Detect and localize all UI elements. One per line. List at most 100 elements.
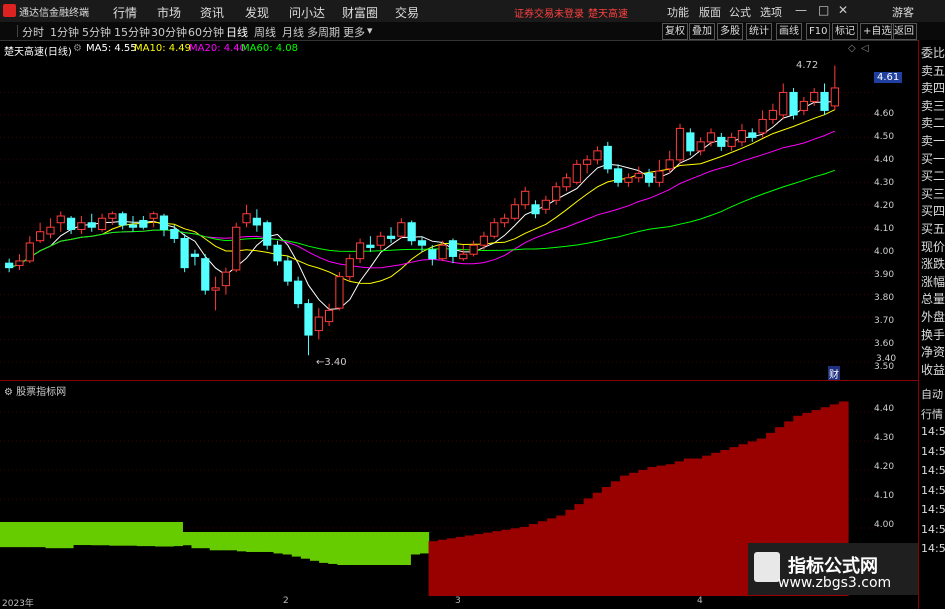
quote-sidebar: 委比 卖五 卖四 卖三 卖二 卖一 买一 买二 买三 买四 买五 现价 涨跌 涨幅 总量 外盘 换手 净资 收益 自动…: [918, 40, 945, 609]
indicator-bar: [528, 524, 539, 596]
indicator-bar: [455, 536, 466, 596]
indicator-bar: [729, 447, 740, 596]
menu-hangqing[interactable]: 行情: [113, 4, 137, 21]
menu-wenxiaoda[interactable]: 问小达: [289, 4, 325, 21]
sidebar-label: 涨跌: [921, 257, 945, 272]
indicator-bar: [665, 464, 676, 596]
indicator-bar: [191, 532, 202, 549]
chevron-down-icon[interactable]: ▾: [367, 24, 373, 37]
collapse-icon[interactable]: ◁: [861, 43, 869, 54]
period-fenshi[interactable]: 分时: [22, 24, 44, 40]
menu-faxian[interactable]: 发现: [245, 4, 269, 21]
candle-body: [66, 217, 76, 230]
indicator-bar: [601, 487, 612, 596]
candle-body: [252, 217, 261, 226]
period-toolbar: 分时 1分钟 5分钟 15分钟 30分钟 60分钟 日线 周线 月线 多周期 更…: [0, 22, 945, 41]
overlay-button[interactable]: 叠加: [689, 23, 715, 40]
candle-body: [25, 242, 34, 262]
back-button[interactable]: 返回: [891, 23, 917, 40]
menu-gongshi[interactable]: 公式: [729, 4, 751, 20]
guest-label[interactable]: 游客: [892, 4, 914, 20]
indicator-tick: 4.00: [874, 520, 895, 530]
period-daily[interactable]: 日线: [226, 24, 248, 40]
indicator-bar: [291, 532, 302, 557]
menu-zixun[interactable]: 资讯: [200, 4, 224, 21]
period-multi[interactable]: 多周期: [307, 24, 340, 40]
period-1min[interactable]: 1分钟: [50, 24, 79, 40]
period-15min[interactable]: 15分钟: [114, 24, 150, 40]
candle-body: [459, 253, 468, 260]
diamond-icon[interactable]: ◇: [848, 43, 856, 54]
candle-body: [583, 159, 592, 165]
sidebar-label: 外盘: [921, 310, 945, 324]
indicator-tick: 4.30: [874, 433, 895, 443]
indicator-bar: [711, 452, 721, 596]
indicator-bar: [54, 522, 65, 549]
indicator-bar: [18, 522, 28, 548]
ma10-label: MA10: 4.49: [134, 43, 192, 54]
candle-body: [665, 159, 674, 170]
menu-jiaoyi[interactable]: 交易: [395, 4, 419, 21]
candle-body: [190, 253, 200, 257]
login-warning[interactable]: 证券交易未登录: [514, 5, 584, 20]
f10-button[interactable]: F10: [806, 23, 831, 40]
stats-button[interactable]: 统计: [746, 23, 772, 40]
price-tick: 4.30: [874, 178, 895, 188]
indicator-bar: [145, 522, 156, 547]
indicator-chart[interactable]: [0, 394, 874, 596]
period-weekly[interactable]: 周线: [254, 24, 276, 40]
settings-gear-icon[interactable]: ⚙: [73, 43, 82, 54]
sidebar-label: 换手: [921, 327, 945, 342]
candle-body: [211, 287, 220, 291]
candle-body: [531, 204, 540, 215]
candle-body: [366, 244, 375, 248]
sidebar-label: 净资: [921, 345, 945, 360]
period-30min[interactable]: 30分钟: [151, 24, 187, 40]
draw-button[interactable]: 画线: [776, 23, 802, 40]
candle-body: [221, 271, 231, 287]
indicator-bar: [182, 532, 193, 546]
indicator-bar: [155, 522, 165, 547]
menu-shichang[interactable]: 市场: [157, 4, 181, 21]
menu-xuanxiang[interactable]: 选项: [760, 4, 782, 20]
candle-body: [180, 237, 189, 269]
sidebar-label: 收益: [921, 362, 945, 377]
ma5-label: MA5: 4.55: [86, 43, 137, 54]
period-monthly[interactable]: 月线: [282, 24, 304, 40]
menu-caifuquan[interactable]: 财富圈: [342, 4, 378, 21]
sidebar-label: 14:50: [921, 425, 945, 438]
cai-badge[interactable]: 财: [828, 366, 840, 381]
price-tick: 4.10: [874, 224, 895, 234]
candle-body: [108, 213, 117, 219]
indicator-bar: [337, 532, 348, 565]
period-60min[interactable]: 60分钟: [188, 24, 224, 40]
candle-body: [77, 222, 86, 230]
indicator-bar: [474, 534, 484, 596]
fuquan-button[interactable]: 复权: [662, 23, 688, 40]
indicator-bar: [610, 481, 621, 596]
low-annotation: ←3.40: [316, 357, 347, 368]
minimize-icon[interactable]: —: [795, 3, 807, 17]
indicator-bar: [200, 532, 211, 549]
candle-body: [386, 235, 396, 239]
close-icon[interactable]: ✕: [838, 3, 848, 17]
add-watchlist-button[interactable]: +自选: [860, 23, 895, 40]
mark-button[interactable]: 标记: [832, 23, 858, 40]
candle-body: [97, 217, 107, 230]
indicator-bar: [91, 522, 101, 546]
indicator-bar: [227, 532, 238, 551]
period-5min[interactable]: 5分钟: [82, 24, 111, 40]
candle-body: [15, 260, 24, 266]
multistock-button[interactable]: 多股: [717, 23, 743, 40]
menu-gongneng[interactable]: 功能: [667, 4, 689, 20]
indicator-bar: [428, 541, 439, 596]
title-bar: 通达信金融终端 行情 市场 资讯 发现 问小达 财富圈 交易 证券交易未登录 楚…: [0, 0, 945, 23]
period-more[interactable]: 更多: [343, 24, 365, 40]
maximize-icon[interactable]: □: [818, 3, 829, 17]
indicator-bar: [27, 522, 38, 548]
indicator-bar: [437, 539, 448, 596]
candle-body: [799, 100, 808, 111]
candlestick-chart[interactable]: [0, 56, 874, 376]
menu-banmian[interactable]: 版面: [699, 4, 721, 20]
indicator-bar: [519, 526, 530, 596]
